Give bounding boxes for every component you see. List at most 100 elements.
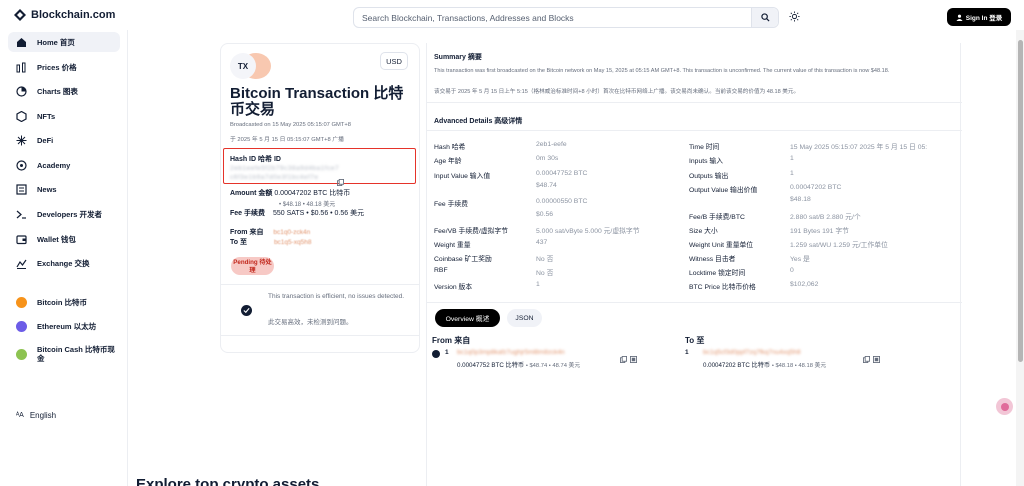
detail-key: Age 年龄 (434, 158, 462, 165)
search-input[interactable]: Search Blockchain, Transactions, Address… (353, 7, 779, 28)
detail-key: Inputs 输入 (689, 158, 723, 165)
sidebar-item-bitcoin-cash[interactable]: Bitcoin Cash 比特币现金 (8, 341, 120, 367)
outputs-title: To 至 (685, 336, 705, 345)
detail-value: 5.000 sat/vByte 5.000 元/虚拟字节 (536, 228, 640, 235)
user-icon (956, 14, 963, 21)
sidebar-item-label: News (37, 184, 57, 194)
sidebar-item-ethereum[interactable]: Ethereum 以太坊 (8, 316, 120, 336)
copy-icon[interactable] (863, 350, 870, 368)
detail-key: Weight Unit 重量单位 (689, 242, 754, 249)
sign-in-label: Sign In 登录 (965, 15, 1003, 22)
input-arrow-icon (432, 350, 440, 358)
input-index: 1 (445, 349, 449, 356)
page-title: Bitcoin Transaction 比特币交易 (230, 85, 404, 118)
detail-value: 0.00047202 BTC (790, 184, 842, 191)
detail-value-usd: $48.18 (790, 196, 811, 203)
detail-key: Weight 重量 (434, 242, 471, 249)
sidebar-item-prices[interactable]: Prices 价格 (8, 57, 120, 77)
top-bar: Blockchain.com Search Blockchain, Transa… (0, 0, 1024, 34)
sign-in-button[interactable]: Sign In 登录 (947, 8, 1011, 26)
sidebar-item-exchange[interactable]: Exchange 交换 (8, 253, 120, 273)
divider (427, 130, 962, 131)
copy-icon[interactable] (620, 350, 627, 368)
search-icon (760, 13, 770, 22)
amount-usd: • $48.18 • 48.18 美元 (279, 202, 336, 208)
sidebar-item-label: Ethereum 以太坊 (37, 321, 97, 331)
to-address-link[interactable]: bc1q5-xq5h8 (274, 239, 312, 246)
brand-name: Blockchain.com (31, 9, 116, 21)
nft-icon (16, 110, 27, 122)
brand-logo[interactable]: Blockchain.com (14, 9, 115, 21)
detail-key: Locktime 锁定时间 (689, 270, 746, 277)
qr-icon[interactable] (873, 350, 880, 368)
from-address-link[interactable]: bc1q0-zck4n (273, 229, 310, 236)
summary-title: Summary 摘要 (434, 54, 482, 61)
sidebar-item-label: Home 首页 (37, 37, 75, 47)
sidebar-item-home[interactable]: Home 首页 (8, 32, 120, 52)
divider (427, 102, 962, 103)
detail-value: $102,062 (790, 281, 819, 288)
sidebar-item-developers[interactable]: Developers 开发者 (8, 204, 120, 224)
amount-label: Amount 金额 (230, 190, 273, 197)
tx-badge: TX (230, 53, 256, 79)
detail-value: 1 (790, 170, 794, 177)
from-row: From 来自 bc1q0-zck4n (230, 227, 310, 237)
amount-row: Amount 金额 0.00047202 BTC 比特币 (230, 188, 350, 198)
sidebar-item-bitcoin[interactable]: Bitcoin 比特币 (8, 292, 120, 312)
theme-toggle-button[interactable] (788, 10, 801, 23)
prices-icon (16, 62, 27, 73)
tab-overview[interactable]: Overview 概述 (435, 309, 500, 327)
search-button[interactable] (751, 8, 778, 27)
efficiency-text-zh: 此交易高效，未检测到问题。 (268, 319, 353, 326)
sidebar-item-academy[interactable]: Academy (8, 155, 120, 175)
qr-icon[interactable] (630, 350, 637, 368)
summary-text-zh: 该交易于 2025 年 5 月 15 日上午 5:15（格林威治标准时间+8 小… (434, 89, 800, 95)
fee-row: Fee 手续费 550 SATS • $0.56 • 0.56 美元 (230, 208, 364, 218)
bitcoin-icon (16, 296, 27, 308)
detail-value: 1 (536, 281, 540, 288)
input-address-link[interactable]: bc1q0p3mp8kafz7ughjr5ml8m8zck4n (457, 349, 565, 356)
sidebar-item-nfts[interactable]: NFTs (8, 106, 120, 126)
sidebar-item-charts[interactable]: Charts 图表 (8, 81, 120, 101)
output-address-link[interactable]: bc1q5cf3d0ppf7zq7fkq7nu4xq5h8 (703, 349, 801, 356)
blockchain-logo-icon (14, 9, 26, 21)
language-selector[interactable]: ᴬA English (16, 411, 56, 420)
detail-value: 0m 30s (536, 155, 559, 162)
output-amount: 0.00047202 BTC 比特币 • $48.18 • 48.18 美元 (703, 360, 826, 369)
detail-key: BTC Price 比特币价格 (689, 284, 756, 291)
defi-icon (16, 135, 27, 146)
sidebar-item-news[interactable]: News (8, 179, 120, 199)
sidebar-item-wallet[interactable]: Wallet 钱包 (8, 229, 120, 249)
fee-label: Fee 手续费 (230, 210, 266, 217)
details-panel: Summary 摘要 This transaction was first br… (426, 43, 962, 486)
sidebar-item-label: Charts 图表 (37, 86, 78, 96)
detail-value: 437 (536, 239, 548, 246)
hash-id-label: Hash ID 哈希 ID (230, 156, 281, 163)
amount-value: 0.00047202 BTC 比特币 (274, 190, 351, 197)
tab-json[interactable]: JSON (507, 309, 542, 327)
detail-key: Witness 目击者 (689, 256, 736, 263)
detail-key: Outputs 输出 (689, 173, 729, 180)
scrollbar-thumb[interactable] (1018, 40, 1023, 362)
detail-key: RBF (434, 267, 448, 274)
hash-id-highlight: Hash ID 哈希 ID 2eb1eefe5f2b79c38a9d4ba1fc… (223, 148, 416, 186)
sidebar-item-label: Bitcoin 比特币 (37, 297, 87, 307)
detail-value: No 否 (536, 256, 554, 263)
detail-value: 1.259 sat/WU 1.259 元/工作单位 (790, 242, 888, 249)
detail-key: Output Value 输出价值 (689, 187, 758, 194)
sidebar-item-defi[interactable]: DeFi (8, 130, 120, 150)
translate-icon: ᴬA (16, 412, 24, 419)
currency-toggle-button[interactable]: USD (380, 52, 408, 70)
from-label: From 来自 (230, 229, 264, 236)
detail-value: 191 Bytes 191 字节 (790, 228, 849, 235)
detail-key: Input Value 输入值 (434, 173, 491, 180)
assistant-button[interactable] (996, 398, 1013, 415)
detail-key: Hash 哈希 (434, 144, 466, 151)
input-amount: 0.00047752 BTC 比特币 • $48.74 • 48.74 美元 (457, 360, 580, 369)
hash-id-value: 2eb1eefe5f2b79c38a9d4ba1fce7 (230, 165, 340, 172)
bitcoin-cash-icon (16, 348, 27, 360)
sidebar-item-label: Developers 开发者 (37, 209, 103, 219)
detail-key: Fee 手续费 (434, 201, 468, 208)
news-icon (16, 183, 27, 195)
check-icon (241, 305, 252, 316)
